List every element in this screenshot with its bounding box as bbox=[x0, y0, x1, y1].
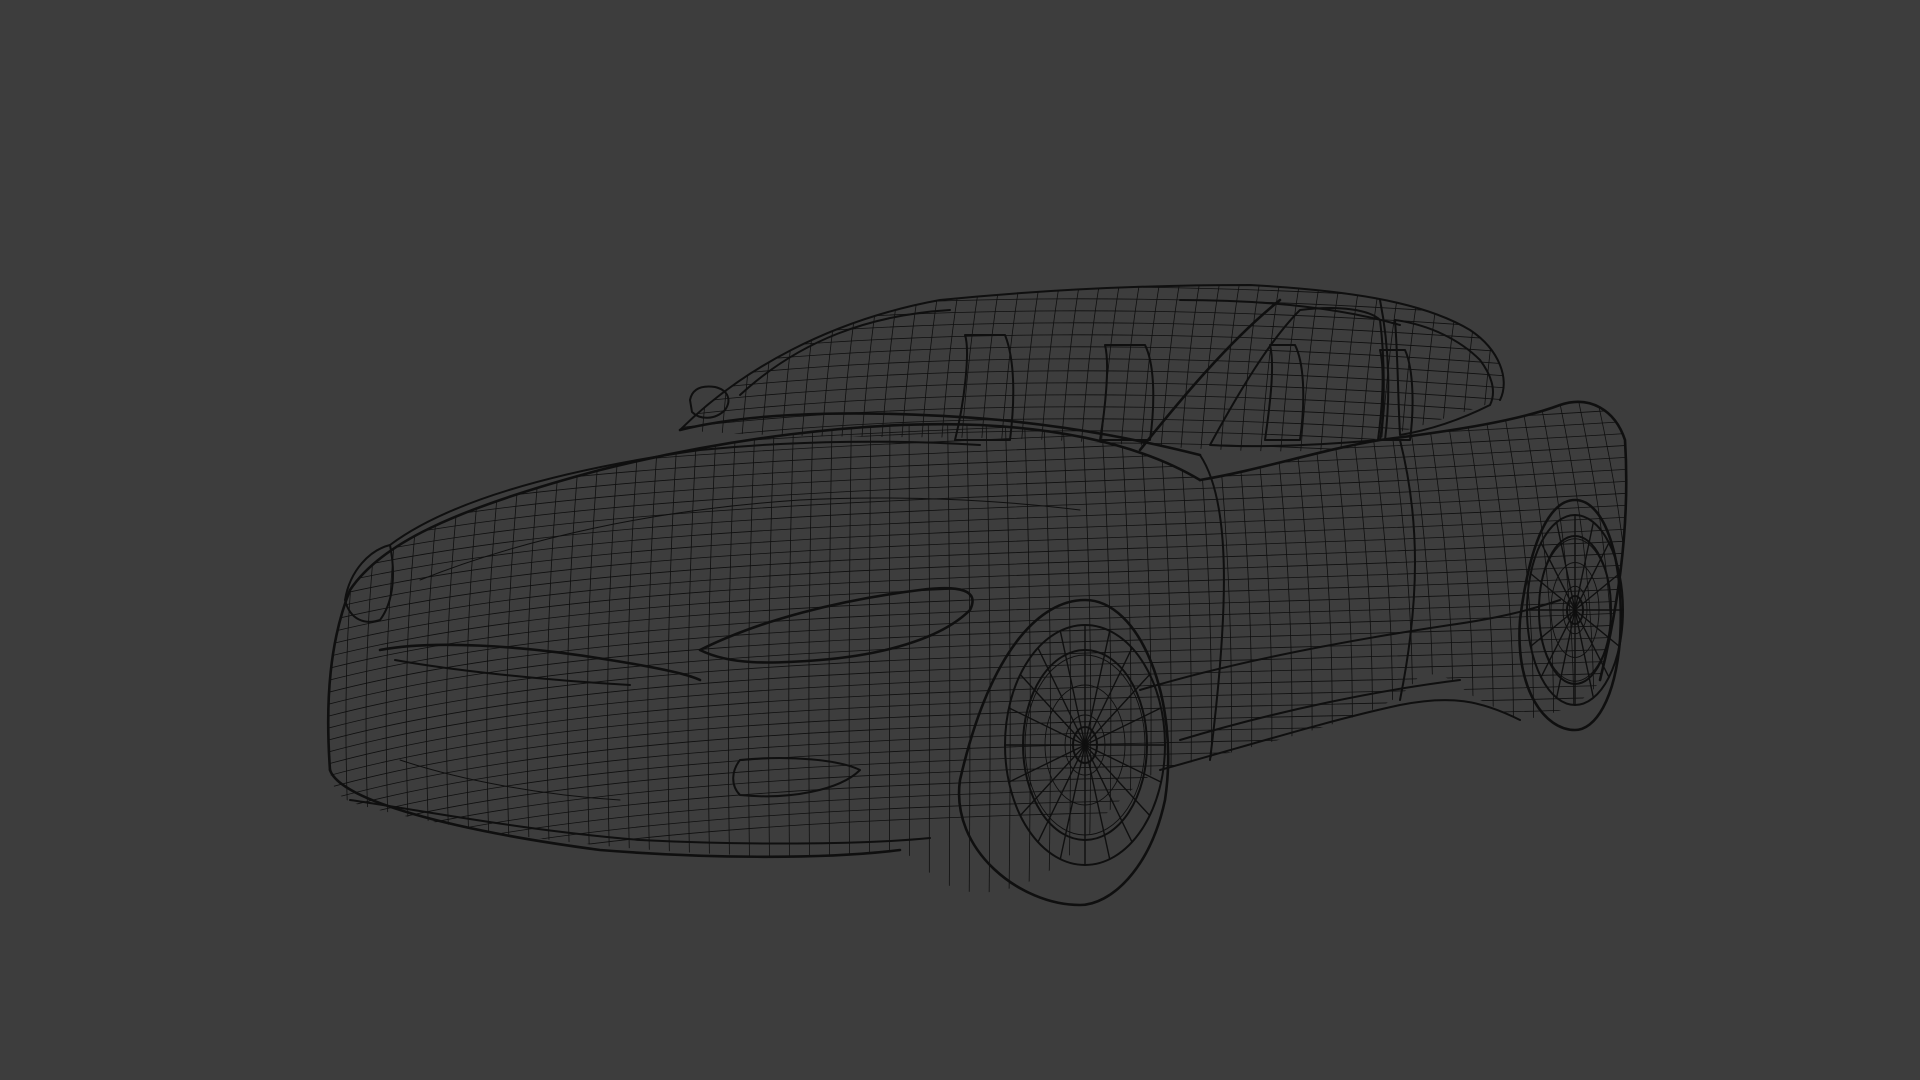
car-wireframe-render bbox=[326, 284, 1628, 907]
3d-viewport[interactable] bbox=[0, 0, 1920, 1080]
front-wheel bbox=[957, 598, 1170, 907]
